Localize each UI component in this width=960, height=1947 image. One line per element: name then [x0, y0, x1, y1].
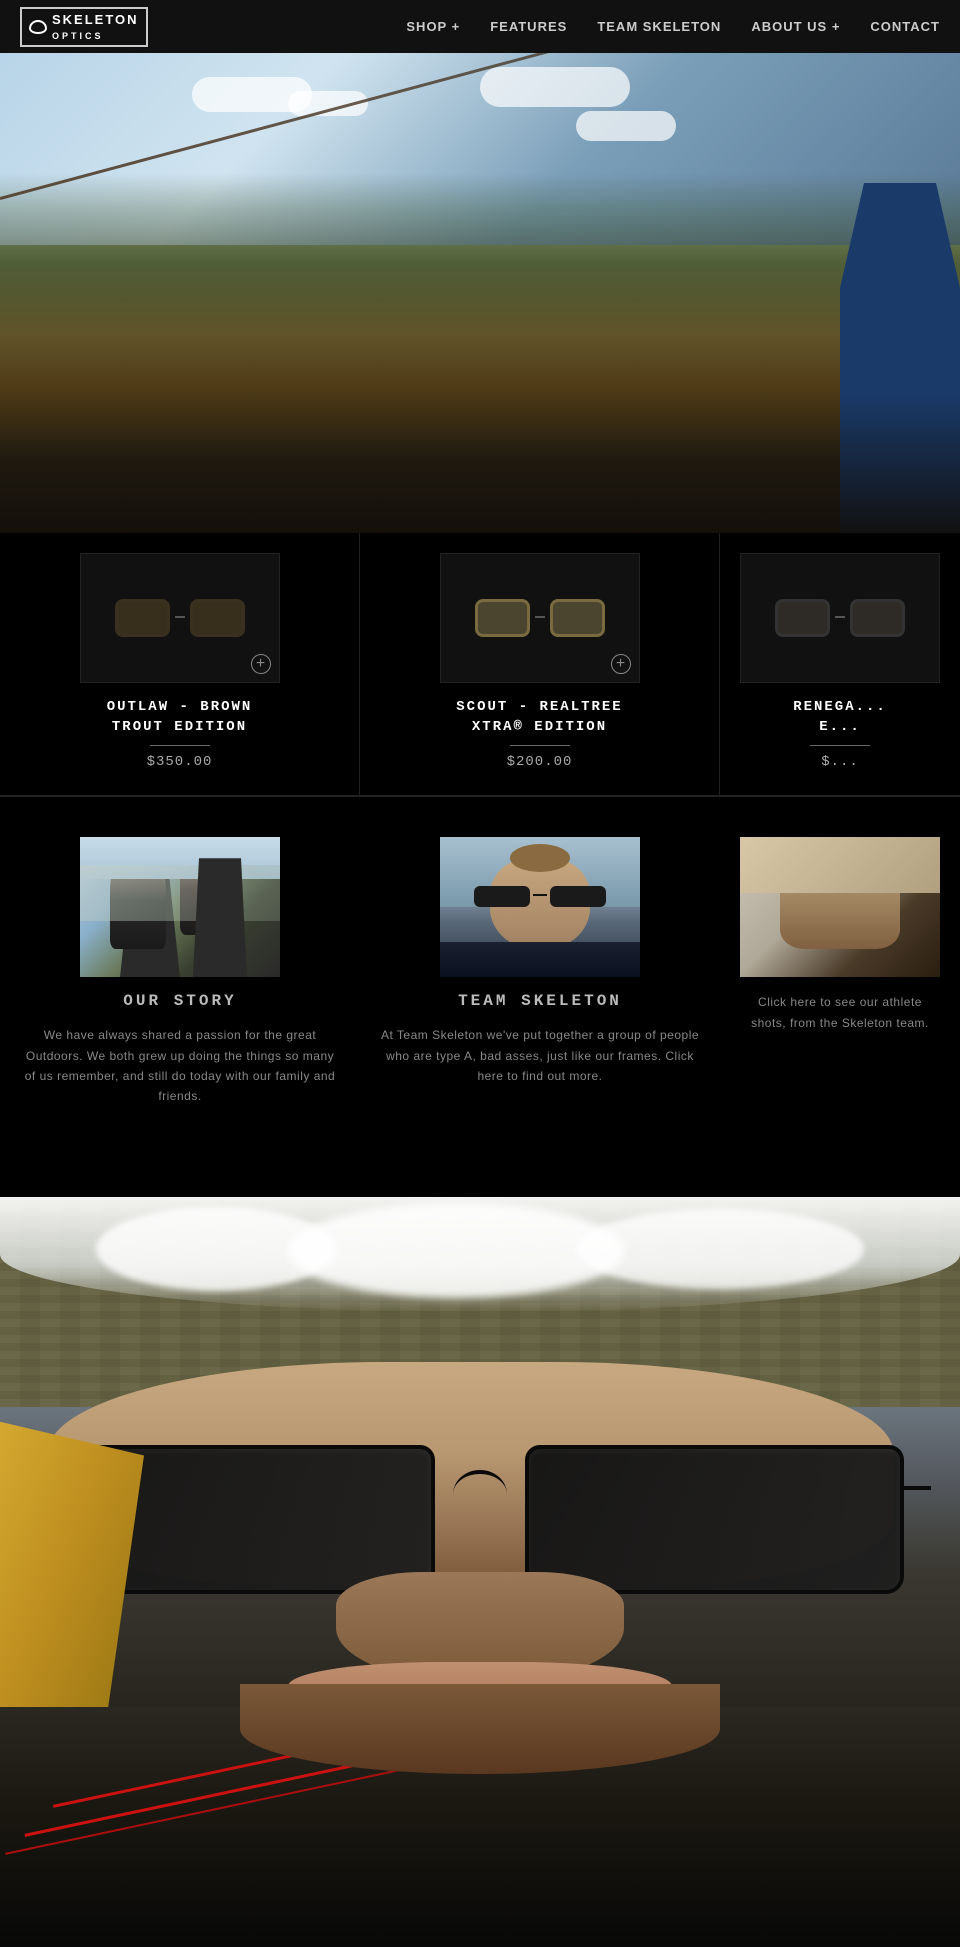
snow-backdrop	[80, 865, 280, 921]
third-photo	[740, 837, 940, 977]
nav-contact[interactable]: CONTACT	[870, 19, 940, 34]
lens-woman-left	[474, 886, 530, 907]
third-image	[740, 837, 940, 977]
lens-left	[115, 599, 170, 637]
third-desc: Click here to see our athlete shots, fro…	[740, 992, 940, 1033]
add-button-outlaw[interactable]: +	[251, 654, 271, 674]
story-photo	[80, 837, 280, 977]
team-photo	[440, 837, 640, 977]
lens-woman-right	[550, 886, 606, 907]
logo-icon	[29, 20, 47, 34]
logo-skeleton: SKELETON	[52, 12, 139, 27]
team-card-third[interactable]: Click here to see our athlete shots, fro…	[720, 827, 960, 1127]
big-bridge	[453, 1470, 507, 1520]
nav-features[interactable]: FEATURES	[490, 19, 567, 34]
our-story-image	[80, 837, 280, 977]
snow-lump-2	[288, 1203, 624, 1298]
hero-person	[840, 183, 960, 533]
bridge	[175, 616, 185, 621]
big-lens-right	[525, 1445, 904, 1594]
product-name-renegade: RENEGA... E...	[730, 698, 950, 737]
hero-section	[0, 53, 960, 533]
product-price-renegade: $...	[730, 754, 950, 770]
chin-neck	[240, 1684, 720, 1774]
nav-team-skeleton[interactable]: TEAM SKELETON	[597, 19, 721, 34]
product-price-outlaw: $350.00	[10, 754, 349, 770]
product-name-outlaw: OUTLAW - BROWN TROUT EDITION	[10, 698, 349, 737]
team-section: OUR STORY We have always shared a passio…	[0, 797, 960, 1157]
our-story-title: OUR STORY	[20, 992, 340, 1010]
nav-links: SHOP + FEATURES TEAM SKELETON ABOUT US +…	[406, 19, 940, 34]
sunglass-renegade	[775, 599, 905, 637]
lens-right-scout	[550, 599, 605, 637]
lens-right	[190, 599, 245, 637]
logo-box: SKELETON OPTICS	[20, 7, 148, 47]
product-image-outlaw: +	[80, 553, 280, 683]
product-card-scout[interactable]: + SCOUT - REALTREE XTRA® EDITION $200.00	[360, 533, 720, 795]
bridge-woman	[533, 894, 547, 899]
bridge-renegade	[835, 616, 845, 621]
jacket	[440, 942, 640, 977]
product-name-scout: SCOUT - REALTREE XTRA® EDITION	[370, 698, 709, 737]
our-story-desc: We have always shared a passion for the …	[20, 1025, 340, 1107]
bottom-spacer	[0, 1157, 960, 1197]
product-image-scout: +	[440, 553, 640, 683]
team-skeleton-desc: At Team Skeleton we've put together a gr…	[380, 1025, 700, 1086]
arm-right	[904, 1486, 931, 1490]
team-skeleton-image	[440, 837, 640, 977]
product-card-outlaw[interactable]: + OUTLAW - BROWN TROUT EDITION $350.00	[0, 533, 360, 795]
bottom-hero	[0, 1197, 960, 1947]
logo-text: SKELETON OPTICS	[52, 12, 139, 42]
third-bg	[740, 837, 940, 893]
logo-optics: OPTICS	[52, 31, 104, 41]
navigation: SKELETON OPTICS SHOP + FEATURES TEAM SKE…	[0, 0, 960, 53]
product-price-scout: $200.00	[370, 754, 709, 770]
price-divider-renegade	[810, 745, 870, 746]
sunglass-scout	[475, 599, 605, 637]
nav-about[interactable]: ABOUT US +	[751, 19, 840, 34]
bridge-scout	[535, 616, 545, 621]
lens-left-scout	[475, 599, 530, 637]
add-button-scout[interactable]: +	[611, 654, 631, 674]
products-section: + OUTLAW - BROWN TROUT EDITION $350.00 +…	[0, 533, 960, 795]
team-skeleton-title: TEAM SKELETON	[380, 992, 700, 1010]
price-divider-outlaw	[150, 745, 210, 746]
price-divider-scout	[510, 745, 570, 746]
lens-left-renegade	[775, 599, 830, 637]
team-card-skeleton[interactable]: TEAM SKELETON At Team Skeleton we've put…	[360, 827, 720, 1127]
fishing-rod	[0, 53, 960, 533]
nav-shop[interactable]: SHOP +	[406, 19, 460, 34]
logo[interactable]: SKELETON OPTICS	[20, 7, 148, 47]
snow-lump-3	[576, 1209, 864, 1289]
sunglasses-woman	[470, 886, 610, 907]
sunglass-outlaw	[115, 599, 245, 637]
hair-bun	[510, 844, 570, 872]
product-card-renegade[interactable]: RENEGA... E... $...	[720, 533, 960, 795]
team-card-story[interactable]: OUR STORY We have always shared a passio…	[0, 827, 360, 1127]
lens-right-renegade	[850, 599, 905, 637]
product-image-renegade	[740, 553, 940, 683]
